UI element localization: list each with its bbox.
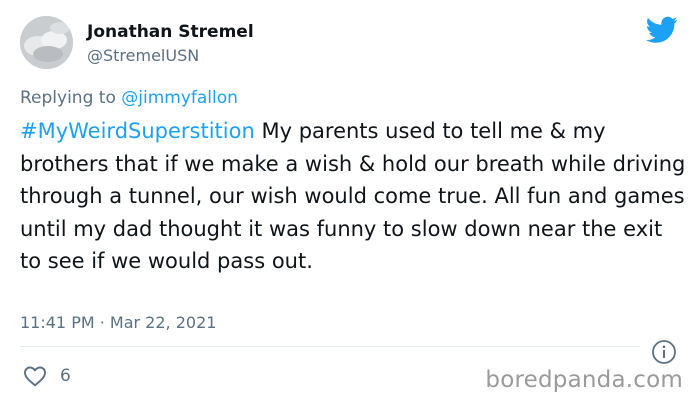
heart-icon[interactable] [23, 365, 47, 387]
tweet-text: #MyWeirdSuperstition My parents used to … [20, 115, 688, 278]
replying-to-label: Replying to [20, 88, 122, 108]
like-count: 6 [60, 366, 71, 386]
reply-mention-link[interactable]: @jimmyfallon [121, 88, 238, 108]
divider [20, 346, 640, 347]
hashtag-link[interactable]: #MyWeirdSuperstition [20, 119, 255, 143]
twitter-bird-icon[interactable] [646, 16, 678, 44]
info-icon[interactable] [651, 339, 677, 365]
avatar[interactable] [20, 16, 73, 69]
tweet-timestamp[interactable]: 11:41 PM · Mar 22, 2021 [20, 313, 216, 332]
author-name[interactable]: Jonathan Stremel [87, 22, 254, 42]
replying-to: Replying to @jimmyfallon [20, 88, 238, 108]
author-handle[interactable]: @StremelUSN [87, 46, 199, 65]
watermark: boredpanda.com [485, 367, 683, 393]
